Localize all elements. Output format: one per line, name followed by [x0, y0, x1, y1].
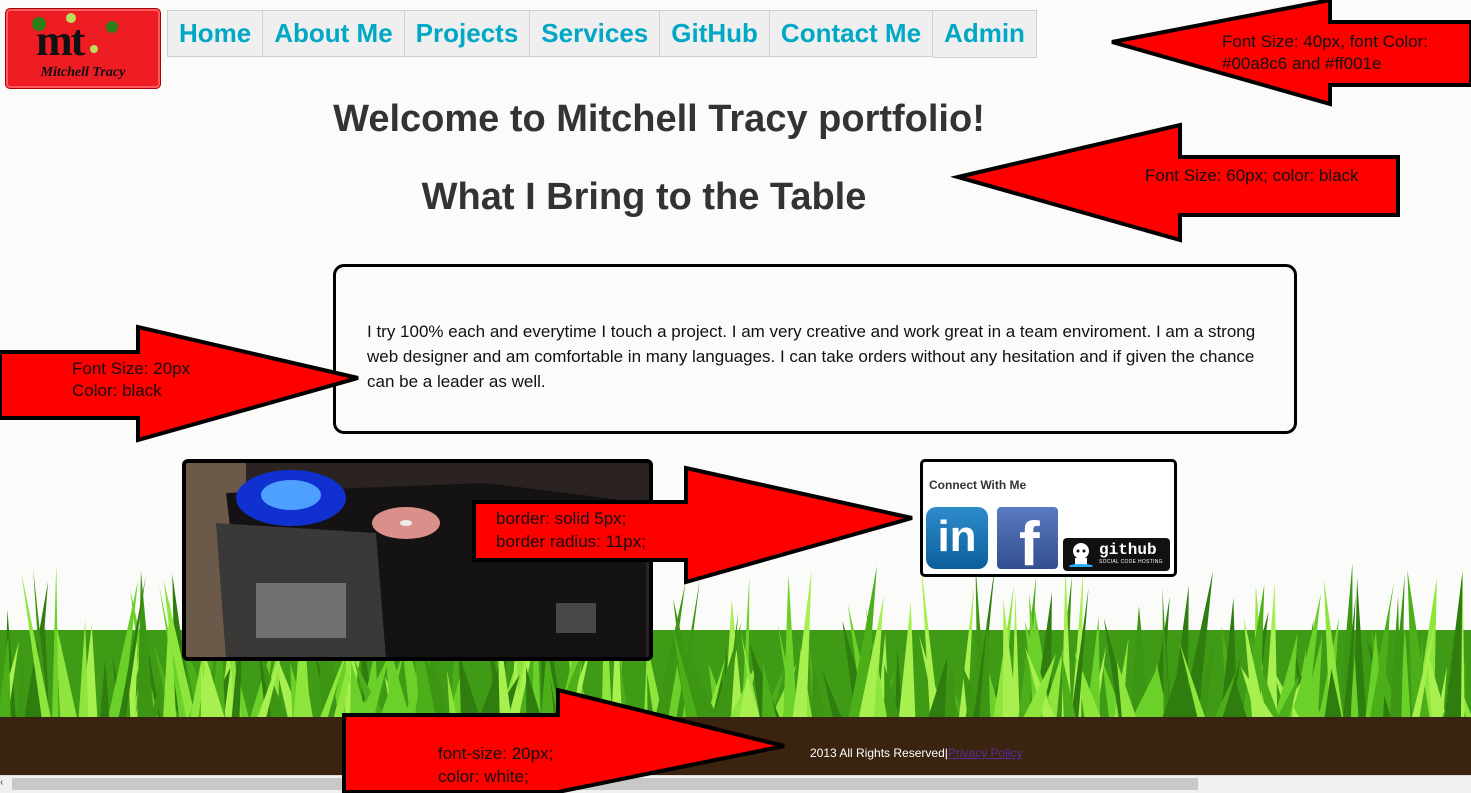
annotation-border-2: border radius: 11px;: [496, 532, 646, 551]
nav-services[interactable]: Services: [529, 10, 661, 57]
facebook-icon[interactable]: f: [997, 507, 1058, 569]
logo-name: Mitchell Tracy: [40, 65, 126, 80]
linkedin-icon[interactable]: in: [926, 507, 988, 569]
subtitle-heading: What I Bring to the Table: [421, 176, 867, 218]
main-nav: Home About Me Projects Services GitHub C…: [167, 10, 1037, 58]
welcome-heading: Welcome to Mitchell Tracy portfolio!: [333, 98, 985, 140]
arrow-body: [0, 324, 359, 443]
logo-initials: mt: [36, 16, 85, 65]
annotation-body-1: Font Size: 20px: [72, 359, 191, 378]
horizontal-scrollbar[interactable]: ‹: [0, 775, 1471, 793]
footer-copyright: 2013 All Rights Reserved|Privacy Policy: [810, 746, 1023, 760]
nav-home[interactable]: Home: [167, 10, 264, 57]
annotation-nav-1: Font Size: 40px, font Color:: [1222, 32, 1428, 51]
scrollbar-thumb[interactable]: [12, 778, 1198, 790]
scroll-left-icon[interactable]: ‹: [0, 777, 3, 788]
footer: 2013 All Rights Reserved|Privacy Policy: [0, 717, 1471, 775]
annotation-heading: Font Size: 60px; color: black: [1145, 166, 1359, 185]
connect-title: Connect With Me: [929, 478, 1027, 492]
intro-box: I try 100% each and everytime I touch a …: [333, 264, 1297, 434]
github-tagline: SOCIAL CODE HOSTING: [1099, 559, 1163, 565]
annotation-footer-1: font-size: 20px;: [438, 744, 554, 763]
connect-panel: Connect With Me in f github SOCIAL CODE …: [920, 459, 1177, 577]
nav-contact-me[interactable]: Contact Me: [768, 10, 934, 57]
nav-about-me[interactable]: About Me: [262, 10, 405, 57]
computer-photo: [182, 459, 653, 661]
annotation-body-2: Color: black: [72, 381, 162, 400]
computer-case-image: [186, 463, 649, 657]
intro-text: I try 100% each and everytime I touch a …: [367, 322, 1256, 391]
github-icon[interactable]: github SOCIAL CODE HOSTING: [1063, 538, 1170, 571]
facebook-letter: f: [1019, 510, 1040, 569]
privacy-policy-link[interactable]: Privacy Policy: [948, 746, 1023, 760]
annotation-nav-2: #00a8c6 and #ff001e: [1222, 54, 1382, 73]
copyright-text: 2013 All Rights Reserved|: [810, 746, 948, 760]
site-logo[interactable]: mt Mitchell Tracy: [5, 8, 161, 89]
github-wordmark: github: [1099, 541, 1157, 559]
nav-projects[interactable]: Projects: [403, 10, 531, 57]
nav-github[interactable]: GitHub: [659, 10, 770, 57]
octocat-icon: [1069, 543, 1093, 567]
nav-admin[interactable]: Admin: [932, 10, 1037, 58]
annotation-footer-2: color: white;: [438, 767, 529, 786]
annotation-border-1: border: solid 5px;: [496, 509, 627, 528]
